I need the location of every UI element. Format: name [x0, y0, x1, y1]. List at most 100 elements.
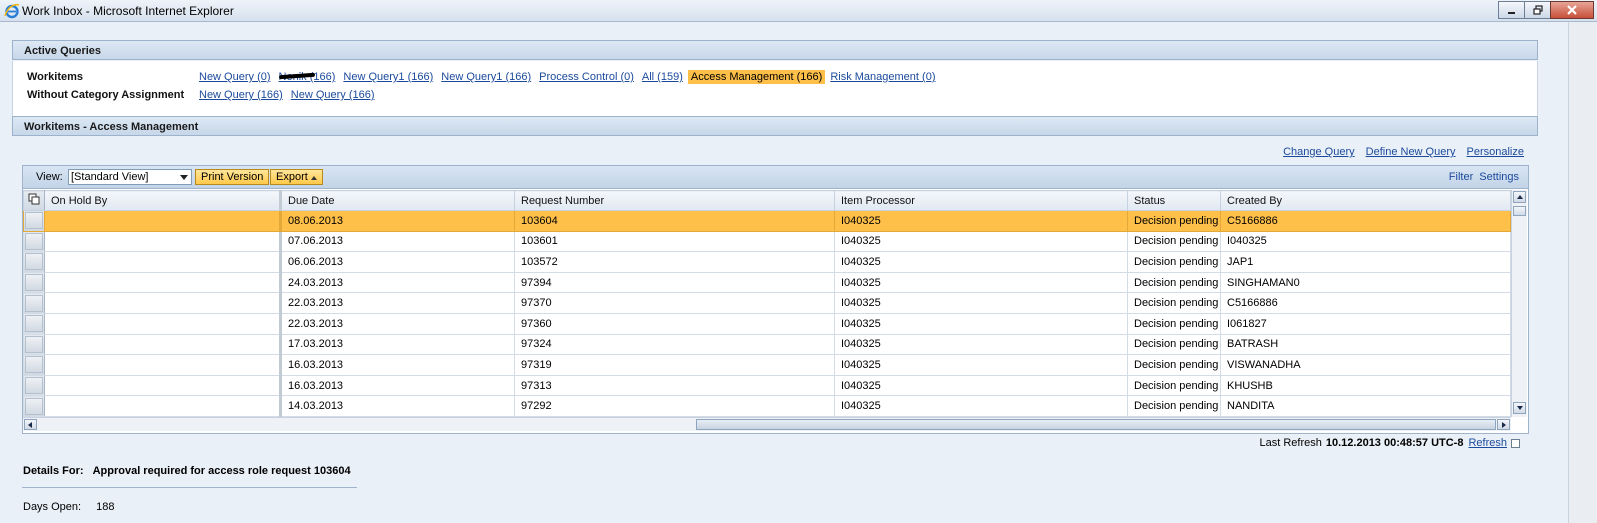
row-selector[interactable]	[23, 251, 45, 273]
row-selector[interactable]	[23, 374, 45, 397]
settings-link[interactable]: Settings	[1479, 171, 1519, 183]
cell-status: Decision pending	[1127, 292, 1221, 314]
scroll-up-icon	[1517, 195, 1523, 199]
view-label: View:	[36, 171, 63, 183]
query-link-access-management[interactable]: Access Management (166)	[687, 70, 826, 84]
without-category-label: Without Category Assignment	[27, 89, 185, 101]
uncategorized-query-link-1[interactable]: New Query (166)	[199, 89, 283, 101]
restore-icon	[1532, 5, 1543, 15]
row-selector[interactable]	[23, 312, 45, 335]
workitems-header: Workitems - Access Management	[12, 116, 1538, 136]
row-selector[interactable]	[23, 230, 45, 253]
cell-created-by: SINGHAMAN0	[1220, 271, 1511, 294]
cell-due-date: 22.03.2013	[280, 312, 515, 335]
window-title: Work Inbox - Microsoft Internet Explorer	[22, 4, 234, 18]
scroll-down-button[interactable]	[1513, 402, 1526, 414]
personalize-link[interactable]: Personalize	[1467, 146, 1524, 158]
window-titlebar: Work Inbox - Microsoft Internet Explorer	[0, 0, 1597, 22]
refresh-link[interactable]: Refresh	[1468, 437, 1507, 449]
query-link-all[interactable]: All (159)	[642, 71, 683, 83]
col-header-created-by[interactable]: Created By	[1220, 190, 1511, 211]
query-link-risk-management[interactable]: Risk Management (0)	[830, 71, 935, 83]
cell-on-hold-by	[44, 251, 282, 273]
row-selector[interactable]	[23, 333, 45, 356]
cell-request-number: 97292	[514, 395, 835, 417]
cell-status: Decision pending	[1127, 354, 1221, 376]
col-header-status[interactable]: Status	[1127, 190, 1221, 211]
table-row[interactable]: 14.03.2013 97292 I040325 Decision pendin…	[23, 395, 1511, 417]
cell-request-number: 103601	[514, 230, 835, 253]
cell-due-date: 24.03.2013	[280, 271, 515, 294]
table-row[interactable]: 07.06.2013 103601 I040325 Decision pendi…	[23, 230, 1511, 253]
cell-item-processor: I040325	[834, 230, 1128, 253]
cell-due-date: 06.06.2013	[280, 251, 515, 273]
workitems-label: Workitems	[27, 71, 84, 83]
col-header-request-number[interactable]: Request Number	[514, 190, 835, 211]
export-button[interactable]: Export	[270, 169, 323, 185]
table-horizontal-scrollbar[interactable]	[23, 417, 1511, 431]
table-row[interactable]: 22.03.2013 97360 I040325 Decision pendin…	[23, 312, 1511, 335]
cell-created-by: KHUSHB	[1220, 374, 1511, 397]
select-all-cell[interactable]	[23, 190, 45, 211]
scroll-left-button[interactable]	[24, 419, 37, 430]
cell-request-number: 97319	[514, 354, 835, 376]
row-selector[interactable]	[23, 292, 45, 314]
cell-status: Decision pending	[1127, 230, 1221, 253]
last-refresh-timestamp: 10.12.2013 00:48:57 UTC-8	[1325, 437, 1464, 449]
cell-created-by: C5166886	[1220, 292, 1511, 314]
change-query-link[interactable]: Change Query	[1283, 146, 1355, 158]
uncategorized-query-link-2[interactable]: New Query (166)	[291, 89, 375, 101]
vertical-scroll-thumb[interactable]	[1513, 206, 1526, 216]
horizontal-scroll-thumb[interactable]	[696, 419, 1496, 430]
row-selector[interactable]	[23, 354, 45, 376]
query-link-new-query[interactable]: New Query (0)	[199, 71, 271, 83]
cell-due-date: 16.03.2013	[280, 374, 515, 397]
table-row[interactable]: 22.03.2013 97370 I040325 Decision pendin…	[23, 292, 1511, 314]
row-selector[interactable]	[23, 271, 45, 294]
minimize-button[interactable]	[1498, 1, 1525, 19]
row-selector[interactable]	[23, 210, 45, 232]
table-vertical-scrollbar[interactable]	[1511, 190, 1527, 417]
define-new-query-link[interactable]: Define New Query	[1366, 146, 1456, 158]
close-button[interactable]	[1550, 1, 1594, 19]
table-header-row: On Hold By Due Date Request Number Item …	[23, 190, 1511, 211]
cell-status: Decision pending	[1127, 271, 1221, 294]
print-version-button[interactable]: Print Version	[195, 169, 270, 185]
cell-status: Decision pending	[1127, 374, 1221, 397]
active-queries-header: Active Queries	[12, 40, 1538, 60]
table-row[interactable]: 06.06.2013 103572 I040325 Decision pendi…	[23, 251, 1511, 273]
table-row[interactable]: 17.03.2013 97324 I040325 Decision pendin…	[23, 333, 1511, 356]
scroll-up-button[interactable]	[1513, 191, 1526, 203]
view-select[interactable]: [Standard View]	[68, 169, 192, 185]
cell-status: Decision pending	[1127, 210, 1221, 232]
cell-created-by: JAP1	[1220, 251, 1511, 273]
col-header-due-date[interactable]: Due Date	[280, 190, 515, 211]
scroll-right-button[interactable]	[1497, 419, 1510, 430]
cell-created-by: I040325	[1220, 230, 1511, 253]
details-divider	[22, 487, 357, 488]
cell-status: Decision pending	[1127, 333, 1221, 356]
page-vertical-scrollbar[interactable]	[1568, 22, 1597, 523]
cell-item-processor: I040325	[834, 292, 1128, 314]
col-header-item-processor[interactable]: Item Processor	[834, 190, 1128, 211]
refresh-settings-icon[interactable]	[1511, 438, 1520, 448]
table-toolbar: View: [Standard View] Print Version Expo…	[23, 166, 1528, 189]
minimize-icon	[1507, 12, 1515, 14]
cell-created-by: I061827	[1220, 312, 1511, 335]
table-row[interactable]: 24.03.2013 97394 I040325 Decision pendin…	[23, 271, 1511, 294]
query-link-new-query1-b[interactable]: New Query1 (166)	[441, 71, 531, 83]
maximize-button[interactable]	[1524, 1, 1551, 19]
table-row[interactable]: 08.06.2013 103604 I040325 Decision pendi…	[23, 210, 1511, 232]
query-link-process-control[interactable]: Process Control (0)	[539, 71, 634, 83]
details-heading: Details For: Approval required for acces…	[23, 465, 351, 477]
days-open-label: Days Open:	[23, 501, 82, 513]
query-link-new-query1-a[interactable]: New Query1 (166)	[343, 71, 433, 83]
row-selector[interactable]	[23, 395, 45, 417]
last-refresh: Last Refresh 10.12.2013 00:48:57 UTC-8 R…	[1260, 437, 1520, 449]
table-row[interactable]: 16.03.2013 97313 I040325 Decision pendin…	[23, 374, 1511, 397]
col-header-on-hold-by[interactable]: On Hold By	[44, 190, 282, 211]
filter-link[interactable]: Filter	[1449, 171, 1473, 183]
query-link-redacted[interactable]: Nenik (166)	[278, 71, 335, 83]
cell-due-date: 22.03.2013	[280, 292, 515, 314]
table-row[interactable]: 16.03.2013 97319 I040325 Decision pendin…	[23, 354, 1511, 376]
